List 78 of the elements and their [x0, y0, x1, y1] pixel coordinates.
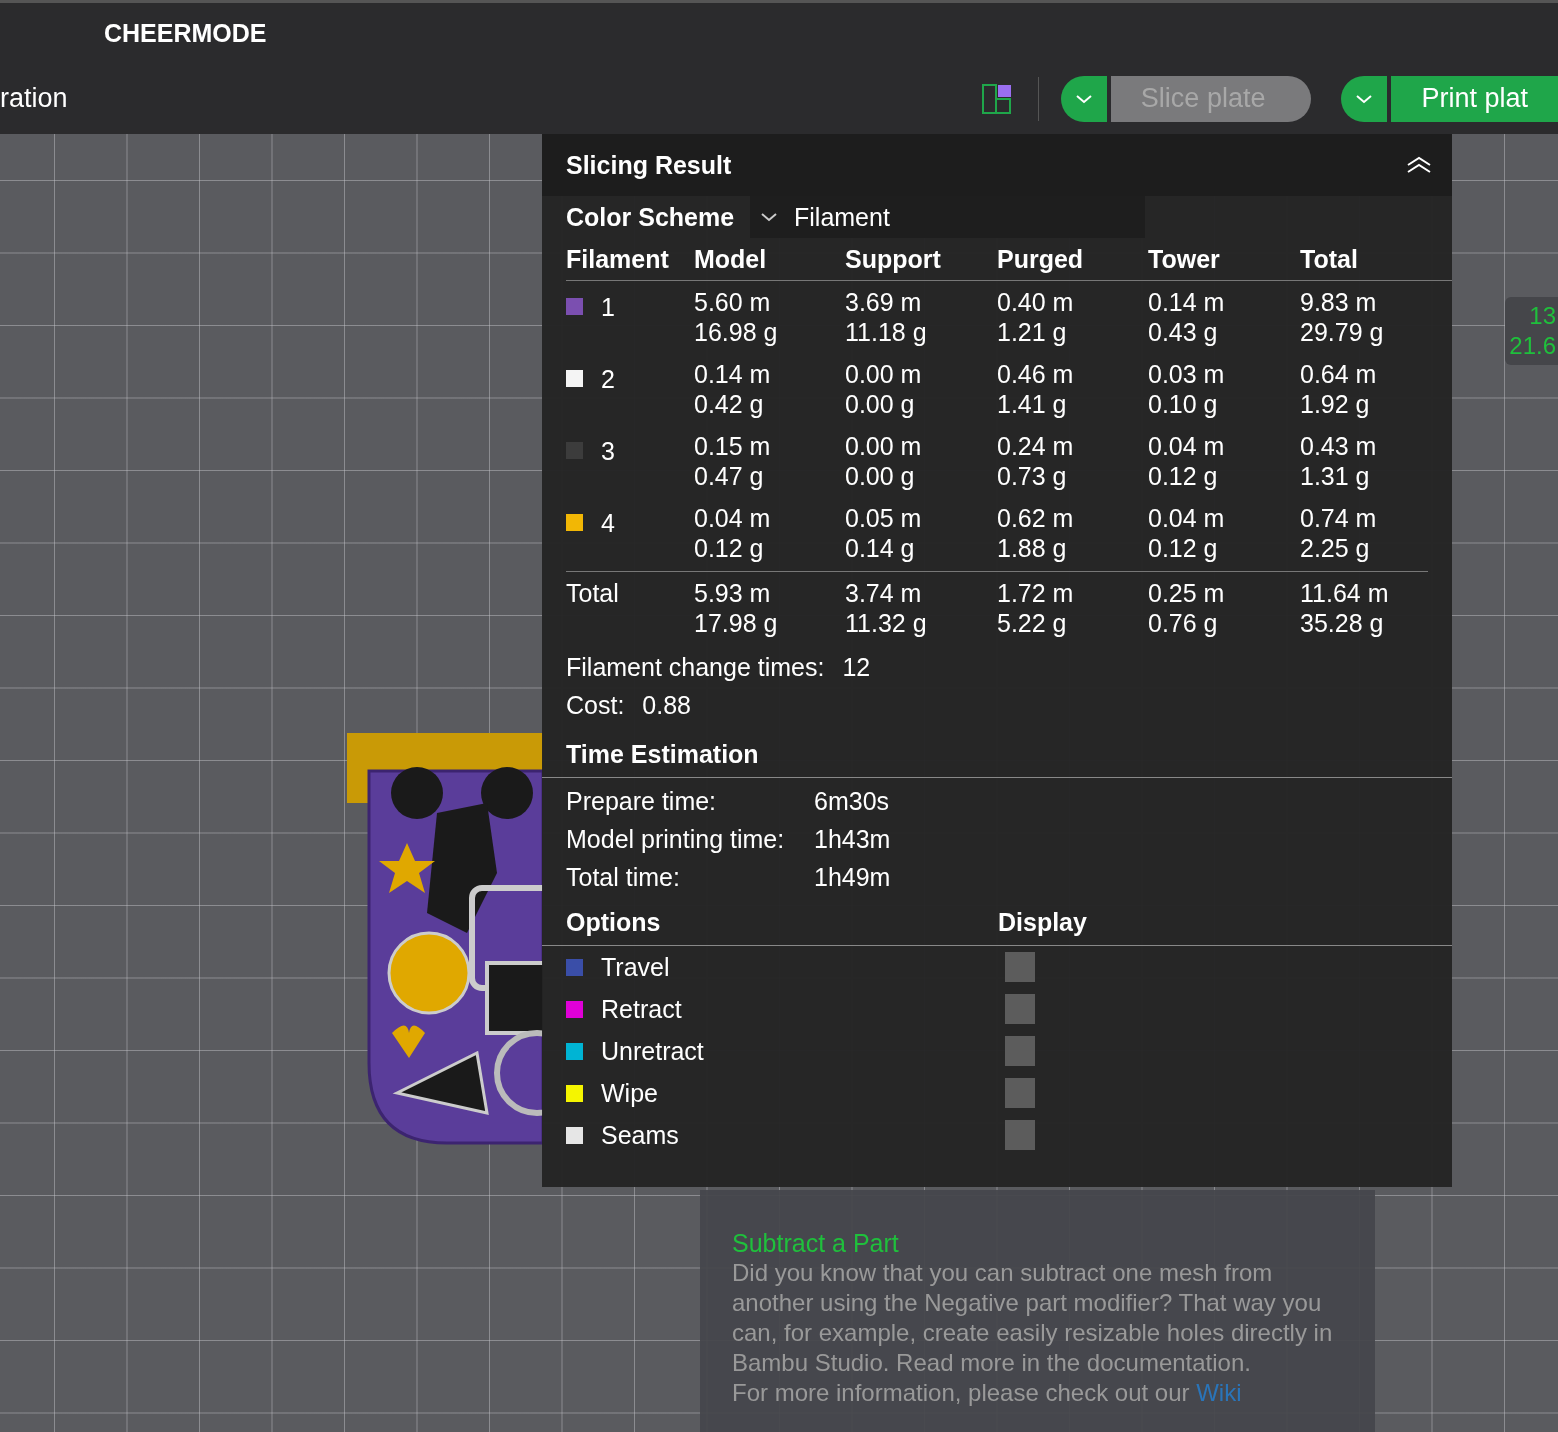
- color-scheme-label: Color Scheme: [566, 202, 736, 232]
- column-header: Purged: [997, 244, 1085, 274]
- table-cell-text: 0.43 m 1.31 g: [1300, 431, 1378, 492]
- project-title: CHEERMODE: [104, 18, 267, 48]
- tip-title: Subtract a Part: [732, 1228, 900, 1258]
- table-cell-text: 0.25 m 0.76 g: [1148, 578, 1226, 639]
- section-title: Display: [998, 908, 1088, 937]
- column-header: Support: [845, 244, 942, 274]
- column-header: Total: [1300, 244, 1359, 274]
- table-cell-text: 0.64 m 1.92 g: [1300, 359, 1378, 420]
- print-plate-button[interactable]: Print plat: [1391, 75, 1558, 122]
- stat-label: Filament change times:: [566, 652, 825, 682]
- table-cell-text: 3.74 m 11.32 g: [845, 578, 928, 639]
- table-cell-text: 0.03 m 0.10 g: [1148, 359, 1226, 420]
- table-cell-text: 0.14 m 0.43 g: [1148, 287, 1226, 348]
- option-label: Unretract: [601, 1036, 704, 1066]
- table-cell-text: 5.93 m 17.98 g: [694, 578, 779, 639]
- column-header: Model: [694, 244, 768, 274]
- table-cell-text: 11.64 m 35.28 g: [1300, 578, 1390, 639]
- table-cell-text: 0.04 m 0.12 g: [694, 503, 772, 564]
- time-label: Model printing time:: [566, 824, 786, 854]
- table-cell-text: 0.62 m 1.88 g: [997, 503, 1075, 564]
- readout-value: 13: [1529, 301, 1556, 331]
- time-value: 1h43m: [814, 824, 892, 854]
- time-label: Prepare time:: [566, 786, 718, 816]
- section-title: Options: [566, 908, 662, 937]
- tab-label[interactable]: ration: [0, 83, 68, 114]
- slice-options-button[interactable]: [1060, 75, 1107, 122]
- filament-number: 2: [601, 365, 615, 394]
- panel-title: Slicing Result: [566, 150, 732, 180]
- stat-value: 0.88: [642, 690, 692, 720]
- wiki-link[interactable]: Wiki: [1196, 1379, 1242, 1406]
- table-cell-text: 5.60 m 16.98 g: [694, 287, 779, 348]
- print-options-button[interactable]: [1341, 75, 1388, 122]
- filament-number: 1: [601, 293, 615, 322]
- color-scheme-dropdown[interactable]: Filament: [750, 196, 1145, 238]
- option-label: Travel: [601, 952, 670, 982]
- display-checkbox[interactable]: [1005, 1120, 1035, 1150]
- time-label: Total time:: [566, 862, 681, 892]
- display-checkbox[interactable]: [1005, 1036, 1035, 1066]
- tip-text: Did you know that you can subtract one mesh from another using the Negative part modifier? That way you can, for example, create easily resizable holes directly in Bambu Studio. Read more in the documentation.: [732, 1258, 1334, 1378]
- display-checkbox[interactable]: [1005, 1078, 1035, 1108]
- stat-value: 12: [842, 652, 871, 682]
- layout-icon[interactable]: [981, 83, 1012, 114]
- collapse-icon[interactable]: [1406, 156, 1432, 174]
- chevron-down-icon: [1074, 93, 1093, 104]
- column-header: Tower: [1148, 244, 1221, 274]
- option-label: Retract: [601, 994, 682, 1024]
- table-cell-text: 0.04 m 0.12 g: [1148, 503, 1226, 564]
- section-title: Time Estimation: [566, 740, 759, 769]
- table-cell-text: 0.05 m 0.14 g: [845, 503, 923, 564]
- table-cell-text: 0.74 m 2.25 g: [1300, 503, 1378, 564]
- table-cell-text: 0.15 m 0.47 g: [694, 431, 772, 492]
- table-cell-text: 0.40 m 1.21 g: [997, 287, 1075, 348]
- table-cell-text: 3.69 m 11.18 g: [845, 287, 928, 348]
- column-header: Filament: [566, 244, 670, 274]
- table-cell-text: 0.00 m 0.00 g: [845, 359, 923, 420]
- stat-label: Cost:: [566, 690, 625, 720]
- table-cell-text: 1.72 m 5.22 g: [997, 578, 1075, 639]
- table-cell-text: 0.00 m 0.00 g: [845, 431, 923, 492]
- table-cell-text: 0.24 m 0.73 g: [997, 431, 1075, 492]
- display-checkbox[interactable]: [1005, 994, 1035, 1024]
- total-label: Total: [566, 578, 620, 609]
- filament-number: 3: [601, 437, 615, 466]
- table-cell-text: 0.04 m 0.12 g: [1148, 431, 1226, 492]
- chevron-down-icon: [1355, 93, 1374, 104]
- option-label: Seams: [601, 1120, 679, 1150]
- chevron-down-icon: [760, 212, 778, 222]
- filament-number: 4: [601, 509, 615, 538]
- time-value: 1h49m: [814, 862, 892, 892]
- table-cell-text: 9.83 m 29.79 g: [1300, 287, 1385, 348]
- option-label: Wipe: [601, 1078, 658, 1108]
- table-cell-text: 0.46 m 1.41 g: [997, 359, 1075, 420]
- readout-value: 21.6: [1509, 331, 1556, 361]
- display-checkbox[interactable]: [1005, 952, 1035, 982]
- table-cell-text: 0.14 m 0.42 g: [694, 359, 772, 420]
- tip-footer: For more information, please check out our Wiki: [732, 1378, 1357, 1408]
- time-value: 6m30s: [814, 786, 891, 816]
